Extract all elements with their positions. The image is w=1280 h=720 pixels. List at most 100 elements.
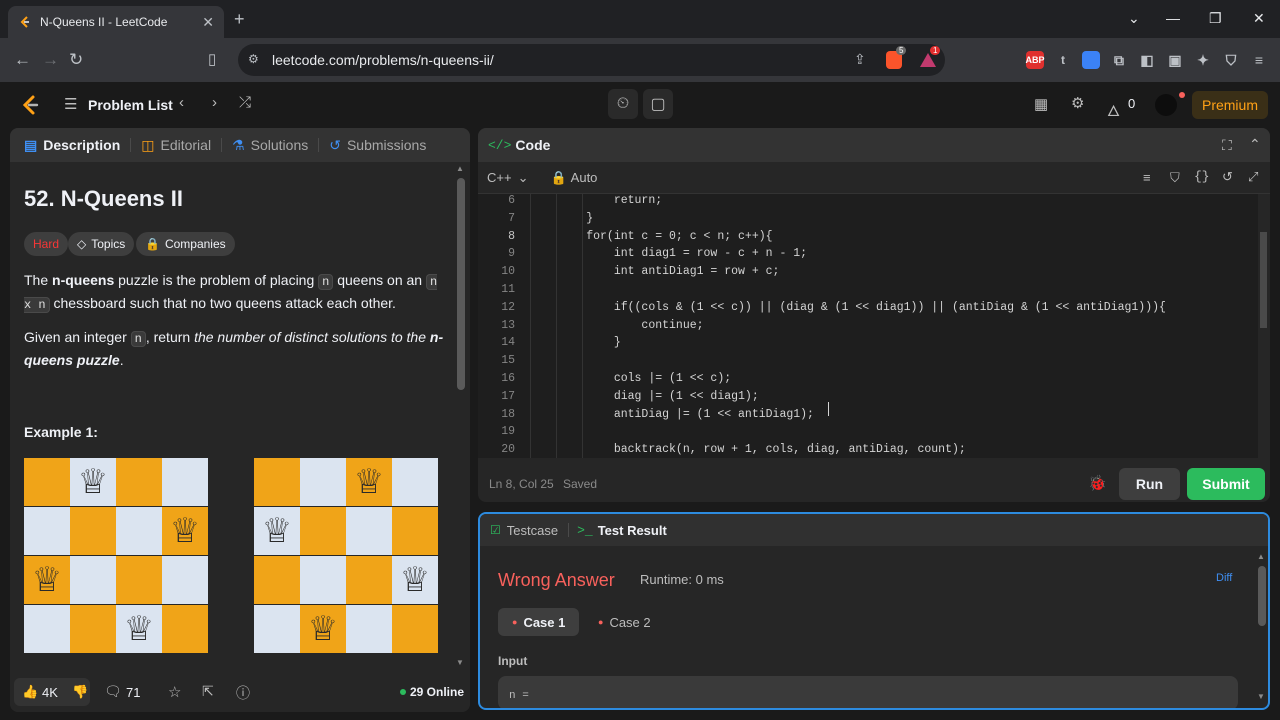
code-line[interactable]: 13 continue; xyxy=(478,317,1258,335)
tab-close-icon[interactable]: ✕ xyxy=(202,14,214,31)
reload-icon[interactable]: ↻ xyxy=(69,50,83,70)
browser-tab[interactable]: N-Queens II - LeetCode ✕ xyxy=(8,6,224,38)
language-select[interactable]: C++ xyxy=(487,170,512,185)
new-tab-icon[interactable]: + xyxy=(234,9,245,30)
list-icon[interactable]: ☰ xyxy=(64,95,77,113)
code-line[interactable]: 8 for(int c = 0; c < n; c++){ xyxy=(478,228,1258,246)
tab-search-chevron-icon[interactable]: ⌄ xyxy=(1128,10,1140,27)
tab-testcase[interactable]: Testcase xyxy=(507,523,558,538)
companies-chip[interactable]: 🔒 Companies xyxy=(136,232,235,256)
leo-ai-icon[interactable]: ✦ xyxy=(1194,51,1212,69)
extension-icon[interactable] xyxy=(1082,51,1100,69)
code-line[interactable]: 11 xyxy=(478,281,1258,299)
case-tab-2[interactable]: ● Case 2 xyxy=(584,608,665,636)
code-line[interactable]: 15 xyxy=(478,352,1258,370)
premium-button[interactable]: Premium xyxy=(1192,91,1268,119)
autocomplete-mode[interactable]: Auto xyxy=(571,170,598,185)
editor-scrollbar[interactable] xyxy=(1258,208,1268,328)
braces-icon[interactable]: {} xyxy=(1194,169,1210,184)
shuffle-icon[interactable]: ⤮ xyxy=(239,94,251,111)
code-line[interactable]: 7 } xyxy=(478,210,1258,228)
code-line[interactable]: 17 diag |= (1 << diag1); xyxy=(478,388,1258,406)
share-link-icon[interactable]: ⇱ xyxy=(202,683,214,700)
reset-code-icon[interactable]: ↺ xyxy=(1222,169,1233,185)
prev-problem-icon[interactable]: ‹ xyxy=(179,94,184,111)
menu-icon[interactable]: ≡ xyxy=(1250,51,1268,69)
brave-rewards-icon[interactable] xyxy=(920,53,936,67)
sidebar-icon[interactable]: ◧ xyxy=(1138,51,1156,69)
adblock-extension-icon[interactable]: ABP xyxy=(1026,51,1045,69)
scrollbar-thumb[interactable] xyxy=(457,178,465,390)
bookmark-icon[interactable]: ▯ xyxy=(208,50,216,68)
board-square xyxy=(70,507,116,555)
case-tab-1[interactable]: ● Case 1 xyxy=(498,608,580,636)
lock-icon: 🔒 xyxy=(145,237,160,251)
restore-icon[interactable]: ❐ xyxy=(1209,10,1222,27)
tab-description[interactable]: ▤ Description xyxy=(24,137,120,154)
code-text: diag |= (1 << diag1); xyxy=(531,389,759,403)
code-header: </> Code ⛶ ⌃ xyxy=(478,128,1270,162)
scroll-up-icon[interactable]: ▲ xyxy=(1257,552,1265,561)
avatar[interactable] xyxy=(1155,94,1177,116)
code-line[interactable]: 9 int diag1 = row - c + n - 1; xyxy=(478,245,1258,263)
topics-chip[interactable]: ◇ Topics xyxy=(68,232,135,256)
leetcode-logo-icon[interactable] xyxy=(20,94,40,116)
code-title: Code xyxy=(515,137,551,153)
tab-solutions[interactable]: ⚗ Solutions xyxy=(232,137,308,154)
vpn-icon[interactable]: ⛉ xyxy=(1222,51,1240,69)
back-icon[interactable]: ← xyxy=(14,50,31,70)
collapse-chevron-icon[interactable]: ⌃ xyxy=(1249,136,1261,153)
next-problem-icon[interactable]: › xyxy=(212,94,217,111)
diff-toggle[interactable]: Diff xyxy=(1216,572,1232,584)
favorite-star-icon[interactable]: ☆ xyxy=(168,683,181,701)
code-line[interactable]: 20 backtrack(n, row + 1, cols, diag, ant… xyxy=(478,441,1258,458)
board-square: ♕ xyxy=(70,458,116,506)
close-window-icon[interactable]: ✕ xyxy=(1253,10,1265,27)
tab-test-result[interactable]: Test Result xyxy=(598,523,667,538)
help-icon[interactable]: ⓘ xyxy=(236,683,250,703)
code-line[interactable]: 16 cols |= (1 << c); xyxy=(478,370,1258,388)
settings-gear-icon[interactable]: ⚙ xyxy=(1071,94,1084,112)
problem-list-link[interactable]: Problem List xyxy=(88,97,173,113)
notes-icon[interactable]: ▢ xyxy=(643,89,673,119)
fullscreen-icon[interactable]: ⤢ xyxy=(1248,169,1258,185)
description-scrollbar[interactable]: ▲ ▼ xyxy=(456,164,466,670)
scroll-down-icon[interactable]: ▼ xyxy=(456,658,464,667)
tab-submissions[interactable]: ↺ Submissions xyxy=(329,137,426,154)
code-line[interactable]: 18 antiDiag |= (1 << antiDiag1); xyxy=(478,406,1258,424)
comment-icon[interactable]: 🗨 xyxy=(104,683,122,700)
code-line[interactable]: 19 xyxy=(478,423,1258,441)
code-line[interactable]: 12 if((cols & (1 << c)) || (diag & (1 <<… xyxy=(478,299,1258,317)
wallet-icon[interactable]: ▣ xyxy=(1166,51,1184,69)
streak-fire-icon[interactable]: 🜂 xyxy=(1107,94,1120,125)
debugger-icon[interactable]: 🐞 xyxy=(1088,474,1107,492)
board-square: ♕ xyxy=(300,605,346,653)
scroll-down-icon[interactable]: ▼ xyxy=(1257,692,1265,701)
t-extension-icon[interactable]: t xyxy=(1054,51,1072,69)
scroll-up-icon[interactable]: ▲ xyxy=(456,164,464,173)
code-line[interactable]: 14 } xyxy=(478,334,1258,352)
timer-icon[interactable]: ⏲ xyxy=(608,89,638,119)
bookmark-code-icon[interactable]: ⛉ xyxy=(1170,170,1180,186)
dislike-icon[interactable]: 👎 xyxy=(72,684,88,700)
code-line[interactable]: 6 return; xyxy=(478,194,1258,210)
layout-icon[interactable]: ▦ xyxy=(1034,95,1048,113)
result-scrollbar[interactable]: ▲ ▼ xyxy=(1257,552,1267,702)
submit-button[interactable]: Submit xyxy=(1187,468,1265,500)
minimize-icon[interactable]: — xyxy=(1166,10,1180,26)
address-bar[interactable]: ⚙ leetcode.com/problems/n-queens-ii/ ⇪ 5… xyxy=(238,44,945,76)
tab-editorial[interactable]: ◫ Editorial xyxy=(141,137,211,154)
language-chevron-icon[interactable]: ⌄ xyxy=(518,170,529,186)
code-line[interactable]: 10 int antiDiag1 = row + c; xyxy=(478,263,1258,281)
forward-icon[interactable]: → xyxy=(42,50,59,70)
editor-toolbar: C++ ⌄ 🔒 Auto ≡ ⛉ {} ↺ ⤢ xyxy=(478,162,1270,194)
like-icon[interactable]: 👍 xyxy=(22,684,38,700)
share-icon[interactable]: ⇪ xyxy=(854,51,866,68)
site-settings-icon[interactable]: ⚙ xyxy=(248,52,259,66)
code-editor[interactable]: 6 return; 7 } 8 for(int c = 0; c < n; c++)… xyxy=(478,194,1258,458)
puzzle-extensions-icon[interactable]: ⧉ xyxy=(1110,51,1128,69)
run-button[interactable]: Run xyxy=(1119,468,1180,500)
line-number: 18 xyxy=(501,407,515,421)
expand-icon[interactable]: ⛶ xyxy=(1222,137,1232,154)
format-icon[interactable]: ≡ xyxy=(1143,170,1151,185)
